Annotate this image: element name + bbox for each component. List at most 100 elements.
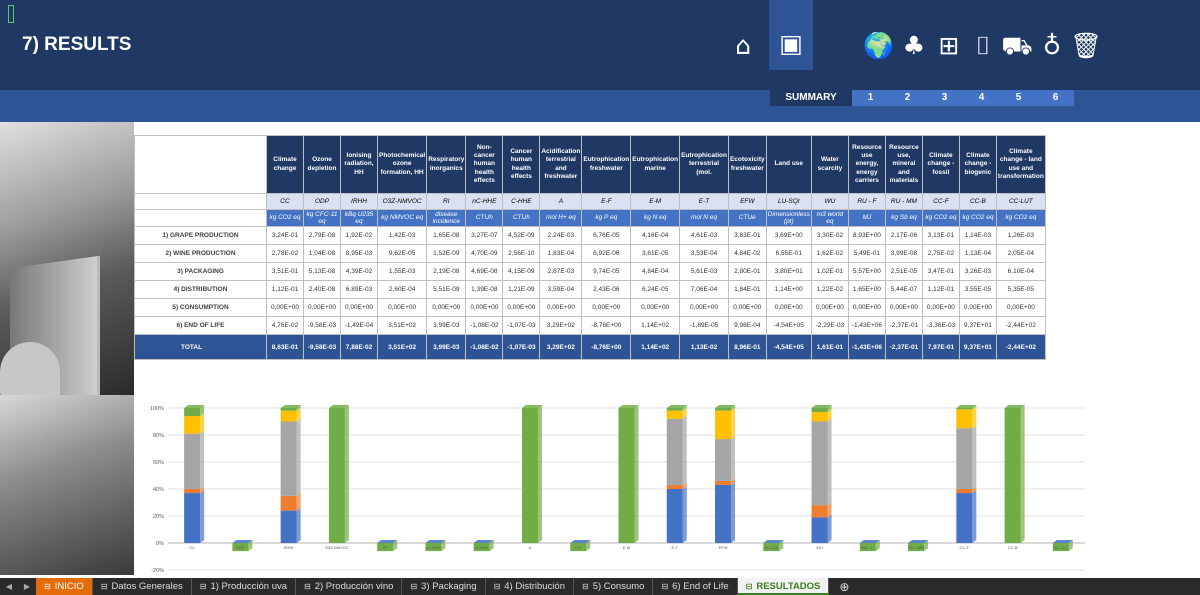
total-cell[interactable]: -1,07E-03 [502,334,541,360]
table-cell[interactable]: 1,26E-03 [995,226,1046,245]
globe-icon[interactable]: 🌍 [863,30,895,62]
table-cell[interactable]: 1,14E+02 [630,316,681,335]
table-cell[interactable]: 9,37E+01 [958,316,997,335]
table-cell[interactable]: 0,00E+00 [266,298,304,317]
table-cell[interactable]: -4,54E+05 [765,316,812,335]
tab-4[interactable]: 4 [963,90,1000,106]
table-cell[interactable]: 2,75E-02 [921,244,960,263]
table-cell[interactable]: 2,87E-03 [539,262,583,281]
table-cell[interactable]: 0,00E+00 [727,298,767,317]
total-cell[interactable]: 8,96E-01 [727,334,767,360]
table-cell[interactable]: 6,10E-04 [995,262,1046,281]
total-cell[interactable]: -8,76E+00 [581,334,632,360]
table-cell[interactable]: 2,56E-10 [502,244,541,263]
sheet-tab-resultados[interactable]: ⊟ RESULTADOS [737,578,830,595]
total-cell[interactable]: 3,51E+02 [376,334,428,360]
table-cell[interactable]: 2,51E-05 [884,262,923,281]
table-cell[interactable]: 1,14E+00 [765,280,812,299]
table-cell[interactable]: -1,07E-03 [502,316,541,335]
total-cell[interactable]: -9,58E-03 [303,334,341,360]
table-cell[interactable]: 0,00E+00 [539,298,583,317]
sheet-tab-end-of-life[interactable]: ⊟ 6) End of Life [653,578,738,595]
table-cell[interactable]: 0,00E+00 [995,298,1046,317]
table-cell[interactable]: -9,58E-03 [303,316,341,335]
table-cell[interactable]: 4,16E-04 [630,226,681,245]
table-cell[interactable]: 3,47E-01 [921,262,960,281]
table-cell[interactable]: -1,89E-05 [679,316,729,335]
scroll-left-icon[interactable]: ◀ [0,582,18,591]
table-cell[interactable]: 0,00E+00 [847,298,886,317]
table-cell[interactable]: 1,12E-01 [921,280,960,299]
total-cell[interactable]: 1,13E-02 [679,334,729,360]
table-cell[interactable]: 2,40E-08 [303,280,341,299]
table-cell[interactable]: 0,00E+00 [679,298,729,317]
total-cell[interactable]: -1,08E-02 [465,334,504,360]
table-cell[interactable]: 3,51E+02 [376,316,428,335]
table-cell[interactable]: 1,14E-03 [958,226,997,245]
table-cell[interactable]: 6,89E-03 [340,280,378,299]
table-cell[interactable]: 3,30E-02 [810,226,849,245]
table-cell[interactable]: 3,26E-03 [958,262,997,281]
table-cell[interactable]: 2,78E-02 [266,244,304,263]
table-cell[interactable]: 2,17E-06 [884,226,923,245]
table-cell[interactable]: 3,83E-01 [727,226,767,245]
sheet-tab-consumo[interactable]: ⊟ 5) Consumo [574,578,654,595]
table-cell[interactable]: 3,69E+00 [765,226,812,245]
table-cell[interactable]: 4,61E-03 [679,226,729,245]
table-cell[interactable]: 1,55E-03 [376,262,428,281]
tab-6[interactable]: 6 [1037,90,1074,106]
table-cell[interactable]: 5,49E-01 [847,244,886,263]
table-cell[interactable]: 5,13E-08 [303,262,341,281]
table-cell[interactable]: -3,36E-03 [921,316,960,335]
table-cell[interactable]: 3,80E+01 [765,262,812,281]
tab-1[interactable]: 1 [852,90,889,106]
table-cell[interactable]: 0,00E+00 [884,298,923,317]
total-cell[interactable]: -1,43E+06 [847,334,886,360]
table-cell[interactable]: 3,27E-07 [465,226,504,245]
table-cell[interactable]: 3,55E-05 [958,280,997,299]
table-cell[interactable]: 5,35E-05 [995,280,1046,299]
table-cell[interactable]: 1,12E-01 [266,280,304,299]
table-cell[interactable]: 3,13E-01 [921,226,960,245]
sheet-tab-datos-generales[interactable]: ⊟ Datos Generales [93,578,192,595]
table-cell[interactable]: 1,21E-09 [502,280,541,299]
table-cell[interactable]: 8,95E-03 [340,244,378,263]
table-cell[interactable]: -1,43E+06 [847,316,886,335]
sheet-tab-produccion-vino[interactable]: ⊟ 2) Producción vino [296,578,403,595]
table-cell[interactable]: 0,00E+00 [765,298,812,317]
bottle-icon[interactable]: ⌷ [967,30,999,62]
scroll-right-icon[interactable]: ▶ [18,582,36,591]
total-cell[interactable]: 7,88E-02 [340,334,378,360]
table-cell[interactable]: 4,15E-09 [502,262,541,281]
table-cell[interactable]: 8,93E+00 [847,226,886,245]
table-cell[interactable]: 4,84E-04 [630,262,681,281]
total-cell[interactable]: 7,97E-01 [921,334,960,360]
sheet-tab-distribucion[interactable]: ⊟ 4) Distribución [486,578,574,595]
table-cell[interactable]: 9,98E-04 [727,316,767,335]
sheet-tab-inicio[interactable]: ⊟ INICIO [36,578,93,595]
tab-3[interactable]: 3 [926,90,963,106]
table-cell[interactable]: 0,00E+00 [426,298,467,317]
table-cell[interactable]: 7,06E-04 [679,280,729,299]
table-cell[interactable]: 9,74E-05 [581,262,632,281]
table-cell[interactable]: 3,99E-08 [884,244,923,263]
tab-summary[interactable]: SUMMARY [770,90,852,106]
tab-5[interactable]: 5 [1000,90,1037,106]
table-cell[interactable]: 5,51E-09 [426,280,467,299]
table-cell[interactable]: 2,19E-08 [426,262,467,281]
table-cell[interactable]: 4,70E-09 [465,244,504,263]
table-cell[interactable]: 3,59E-04 [539,280,583,299]
table-cell[interactable]: 1,65E-08 [426,226,467,245]
grapes-icon[interactable]: ♣ [898,30,930,62]
total-cell[interactable]: 8,63E-01 [266,334,304,360]
table-cell[interactable]: 4,84E-02 [727,244,767,263]
sheet-tab-produccion-uva[interactable]: ⊟ 1) Producción uva [192,578,297,595]
table-cell[interactable]: 0,00E+00 [502,298,541,317]
table-cell[interactable]: 2,43E-06 [581,280,632,299]
add-sheet-icon[interactable]: ⊕ [839,580,849,594]
table-cell[interactable]: 1,65E+00 [847,280,886,299]
trash-icon[interactable]: 🗑 [1070,30,1102,62]
table-cell[interactable]: 0,00E+00 [810,298,849,317]
table-cell[interactable]: 6,24E-05 [630,280,681,299]
table-cell[interactable]: 9,62E-05 [376,244,428,263]
